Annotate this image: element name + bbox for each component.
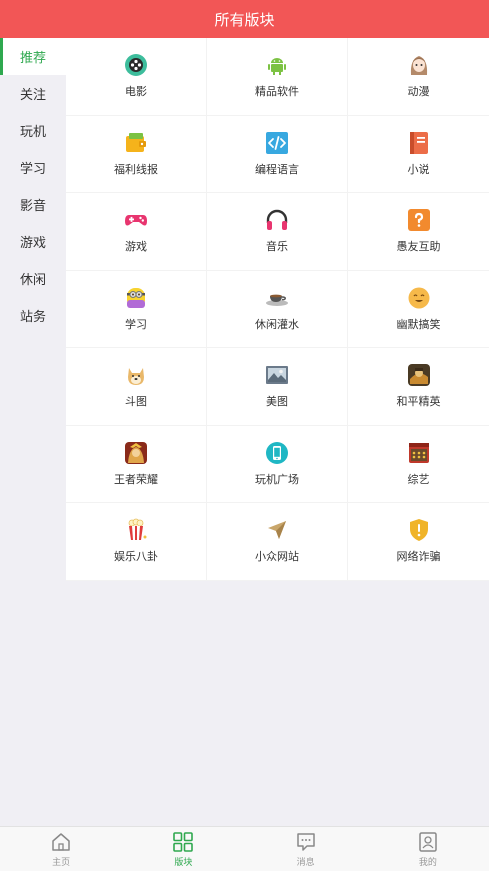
popcorn-icon xyxy=(124,518,148,542)
grid-icon xyxy=(172,831,194,853)
home-icon xyxy=(50,831,72,853)
forum-welfare[interactable]: 福利线报 xyxy=(66,115,207,193)
minion-icon xyxy=(124,286,148,310)
forum-humor[interactable]: 幽默搞笑 xyxy=(348,271,489,348)
page-title: 所有版块 xyxy=(214,10,275,29)
forum-music[interactable]: 音乐 xyxy=(207,193,348,271)
forum-online-fraud[interactable]: 网络诈骗 xyxy=(348,503,489,581)
forum-chat[interactable]: 休闲灌水 xyxy=(207,270,348,348)
forum-label: 斗图 xyxy=(125,395,147,409)
anime-girl-icon xyxy=(407,53,431,77)
header: 所有版块 xyxy=(0,0,489,38)
forum-label: 学习 xyxy=(125,317,147,331)
photo-icon xyxy=(265,363,289,387)
nav-label: 版块 xyxy=(174,857,193,868)
wallet-icon xyxy=(124,131,148,155)
forum-photos[interactable]: 美图 xyxy=(207,348,348,426)
profile-icon xyxy=(417,831,439,853)
forum-niche-sites[interactable]: 小众网站 xyxy=(207,503,348,581)
book-icon xyxy=(407,131,431,155)
bottom-nav: 主页 版块 消息 我的 xyxy=(0,826,489,871)
forum-movie[interactable]: 电影 xyxy=(66,38,207,116)
nav-label: 消息 xyxy=(296,857,315,868)
sidebar-item-phone[interactable]: 玩机 xyxy=(0,112,66,149)
sidebar-item-study[interactable]: 学习 xyxy=(0,149,66,186)
doge-icon xyxy=(124,363,148,387)
forum-label: 精品软件 xyxy=(255,85,299,99)
sidebar-item-follow[interactable]: 关注 xyxy=(0,75,66,112)
forum-anime[interactable]: 动漫 xyxy=(348,38,489,116)
forum-label: 愚友互助 xyxy=(396,240,441,254)
forum-variety[interactable]: 综艺 xyxy=(348,426,489,503)
shield-warning-icon xyxy=(407,518,431,542)
forum-label: 玩机广场 xyxy=(255,472,299,486)
forum-honor-of-kings[interactable]: 王者荣耀 xyxy=(66,425,207,503)
sidebar-item-recommend[interactable]: 推荐 xyxy=(0,38,66,75)
forum-label: 休闲灌水 xyxy=(255,317,299,331)
message-icon xyxy=(295,831,317,853)
nav-label: 主页 xyxy=(52,857,71,868)
forum-label: 综艺 xyxy=(407,472,430,486)
coffee-cup-icon xyxy=(265,286,289,310)
forum-label: 电影 xyxy=(125,85,147,99)
forum-label: 小说 xyxy=(407,162,430,176)
sidebar-item-leisure[interactable]: 休闲 xyxy=(0,260,66,297)
honor-of-kings-icon xyxy=(124,441,148,465)
forum-grid: 电影 精品软件 动漫 福利线报 编程语言 小说 游戏 音乐 愚友互助 学习 休闲… xyxy=(66,38,489,581)
forum-phone-plaza[interactable]: 玩机广场 xyxy=(207,425,348,503)
forum-peace-elite[interactable]: 和平精英 xyxy=(348,348,489,426)
forum-software[interactable]: 精品软件 xyxy=(207,38,348,116)
nav-messages[interactable]: 消息 xyxy=(245,827,367,871)
nav-profile[interactable]: 我的 xyxy=(367,827,489,871)
phone-icon xyxy=(265,441,289,465)
forum-programming[interactable]: 编程语言 xyxy=(207,115,348,193)
nav-label: 我的 xyxy=(418,857,437,868)
forum-label: 娱乐八卦 xyxy=(114,550,158,564)
forum-label: 幽默搞笑 xyxy=(396,317,441,331)
stage-icon xyxy=(407,441,431,465)
nav-home[interactable]: 主页 xyxy=(0,827,122,871)
peace-elite-icon xyxy=(407,363,431,387)
forum-gossip[interactable]: 娱乐八卦 xyxy=(66,503,207,581)
forum-study[interactable]: 学习 xyxy=(66,270,207,348)
forum-label: 游戏 xyxy=(125,240,147,254)
question-icon xyxy=(407,208,431,232)
forum-label: 福利线报 xyxy=(114,162,158,176)
forum-label: 小众网站 xyxy=(255,550,299,564)
code-icon xyxy=(265,131,289,155)
forum-label: 音乐 xyxy=(266,240,288,254)
forum-novel[interactable]: 小说 xyxy=(348,116,489,193)
forum-label: 动漫 xyxy=(407,85,430,99)
sidebar-item-media[interactable]: 影音 xyxy=(0,186,66,223)
forum-meme[interactable]: 斗图 xyxy=(66,348,207,426)
laughing-face-icon xyxy=(407,286,431,310)
forum-label: 和平精英 xyxy=(396,395,441,409)
forum-label: 美图 xyxy=(266,395,288,409)
film-reel-icon xyxy=(124,53,148,77)
forum-label: 王者荣耀 xyxy=(114,472,158,486)
sidebar-item-site[interactable]: 站务 xyxy=(0,297,66,334)
sidebar-item-games[interactable]: 游戏 xyxy=(0,223,66,260)
paper-plane-icon xyxy=(265,518,289,542)
forum-label: 网络诈骗 xyxy=(396,550,441,564)
android-icon xyxy=(265,53,289,77)
gamepad-icon xyxy=(124,208,148,232)
forum-games[interactable]: 游戏 xyxy=(66,193,207,271)
sidebar: 推荐 关注 玩机 学习 影音 游戏 休闲 站务 xyxy=(0,38,66,334)
forum-mutual-help[interactable]: 愚友互助 xyxy=(348,193,489,271)
headphones-icon xyxy=(265,208,289,232)
forum-label: 编程语言 xyxy=(255,162,299,176)
nav-forums[interactable]: 版块 xyxy=(122,827,244,871)
